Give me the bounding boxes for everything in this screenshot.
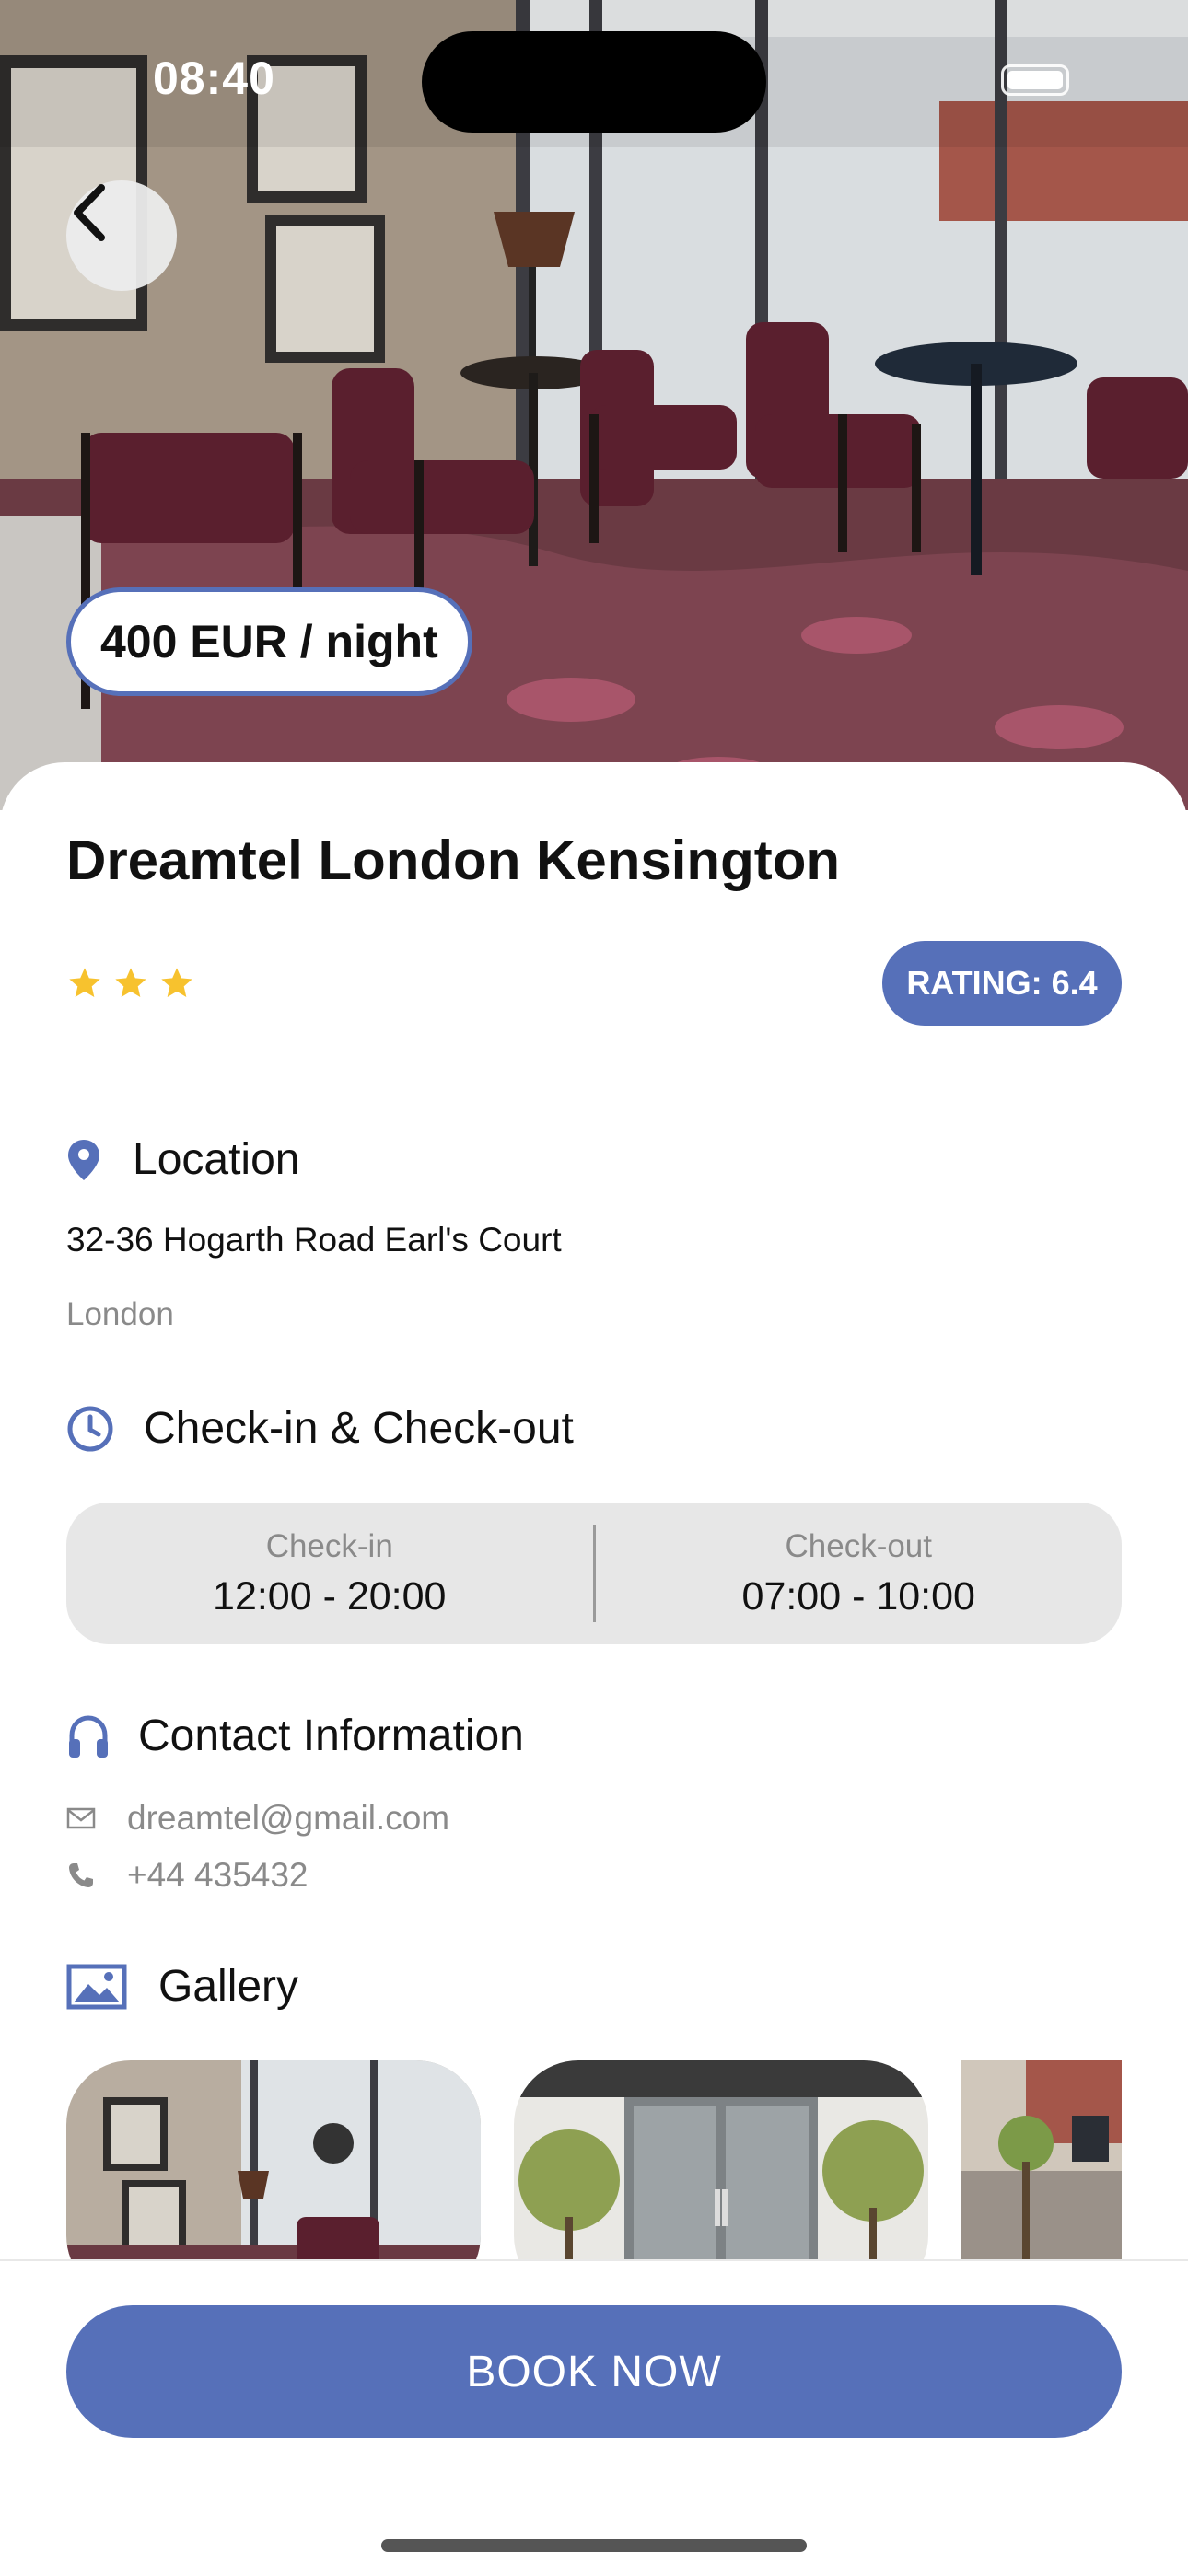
battery-icon: [1001, 64, 1069, 96]
checkin-times-panel: Check-in 12:00 - 20:00 Check-out 07:00 -…: [66, 1503, 1122, 1644]
gallery-image[interactable]: [514, 2060, 928, 2259]
checkin-heading-label: Check-in & Check-out: [144, 1404, 574, 1453]
contact-heading: Contact Information: [66, 1711, 524, 1761]
map-pin-icon: [66, 1138, 133, 1182]
contact-phone[interactable]: +44 435432: [127, 1856, 309, 1895]
star-icon: [112, 965, 149, 1006]
rating-badge: RATING: 6.4: [882, 941, 1122, 1026]
image-icon: [66, 1964, 158, 2010]
contact-heading-label: Contact Information: [138, 1712, 524, 1760]
contact-email[interactable]: dreamtel@gmail.com: [127, 1799, 449, 1838]
star-icon: [158, 965, 195, 1006]
checkin-time: 12:00 - 20:00: [213, 1573, 447, 1619]
back-button[interactable]: [66, 180, 177, 291]
phone-icon: [66, 1861, 127, 1890]
location-heading-label: Location: [133, 1135, 300, 1184]
gallery-heading: Gallery: [66, 1961, 298, 2012]
checkout-time: 07:00 - 10:00: [741, 1573, 975, 1619]
checkin-heading: Check-in & Check-out: [66, 1403, 574, 1454]
location-heading: Location: [66, 1134, 299, 1185]
phone-row[interactable]: +44 435432: [66, 1856, 309, 1895]
star-rating: [66, 965, 195, 1006]
gallery-image[interactable]: [961, 2060, 1122, 2259]
envelope-icon: [66, 1807, 127, 1829]
home-indicator[interactable]: [381, 2539, 807, 2552]
gallery-image[interactable]: [66, 2060, 481, 2259]
status-time: 08:40: [153, 52, 275, 104]
dynamic-island: [422, 31, 766, 133]
email-row[interactable]: dreamtel@gmail.com: [66, 1799, 449, 1838]
checkout-label: Check-out: [785, 1527, 933, 1564]
checkin-column: Check-in 12:00 - 20:00: [66, 1503, 593, 1644]
hotel-name: Dreamtel London Kensington: [66, 830, 840, 891]
checkin-label: Check-in: [265, 1527, 393, 1564]
gallery-carousel[interactable]: [66, 2060, 1122, 2259]
gallery-heading-label: Gallery: [158, 1962, 299, 2011]
address-line: 32-36 Hogarth Road Earl's Court: [66, 1221, 562, 1259]
price-badge: 400 EUR / night: [66, 587, 472, 696]
checkout-column: Check-out 07:00 - 10:00: [596, 1503, 1123, 1644]
clock-icon: [66, 1405, 144, 1453]
headphones-icon: [66, 1713, 138, 1759]
star-icon: [66, 965, 103, 1006]
hero-photo: 08:40 400 EUR / night: [0, 0, 1188, 810]
address-city: London: [66, 1296, 174, 1332]
book-now-button[interactable]: BOOK NOW: [66, 2305, 1122, 2438]
